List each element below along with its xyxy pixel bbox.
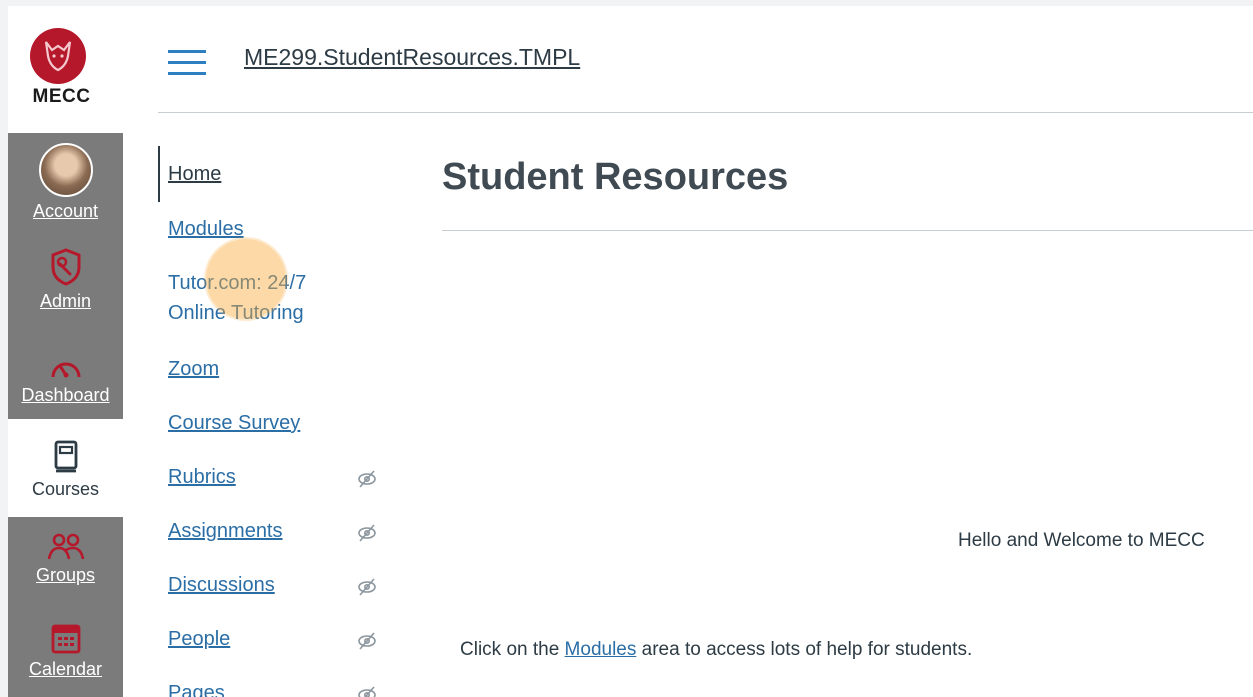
nav-admin[interactable]: Admin [8, 229, 123, 323]
courses-book-icon [54, 440, 77, 473]
groups-icon [47, 533, 84, 560]
brand-logo[interactable]: MECC [8, 6, 123, 133]
eye-slash-icon [358, 470, 376, 488]
course-nav-rubrics[interactable]: Rubrics [168, 462, 236, 492]
logo-text: MECC [32, 86, 91, 107]
app-frame: MECC Account Admin Dashboard Courses Gro… [8, 6, 1253, 697]
hamburger-menu-icon[interactable] [168, 50, 206, 76]
course-nav-discussions[interactable]: Discussions [168, 570, 275, 600]
course-nav-pages[interactable]: Pages [168, 678, 225, 697]
course-navigation: Home Modules Tutor.com: 24/7 Online Tuto… [158, 146, 398, 697]
breadcrumb[interactable]: ME299.StudentResources.TMPL [244, 44, 580, 71]
nav-groups[interactable]: Groups [8, 517, 123, 611]
nav-account[interactable]: Account [8, 133, 123, 229]
fox-logo-icon [30, 28, 86, 84]
page-title: Student Resources [442, 156, 789, 198]
paragraph-after: area to access lots of help for students… [636, 639, 973, 660]
course-header: ME299.StudentResources.TMPL [158, 6, 1253, 113]
nav-calendar[interactable]: Calendar [8, 611, 123, 697]
nav-dashboard-label: Dashboard [21, 385, 110, 405]
modules-link[interactable]: Modules [565, 639, 637, 660]
course-nav-home[interactable]: Home [168, 159, 221, 189]
calendar-icon [51, 624, 80, 654]
course-nav-course-survey[interactable]: Course Survey [168, 408, 300, 438]
eye-slash-icon [358, 578, 376, 596]
course-nav-modules[interactable]: Modules [168, 214, 244, 244]
nav-dashboard[interactable]: Dashboard [8, 323, 123, 419]
course-nav-zoom[interactable]: Zoom [168, 354, 219, 384]
global-navigation: MECC Account Admin Dashboard Courses Gro… [8, 6, 123, 697]
click-highlight [206, 239, 286, 319]
nav-groups-label: Groups [35, 565, 96, 585]
main-content: Student Resources Hello and Welcome to M… [442, 146, 1253, 697]
title-divider [442, 230, 1253, 231]
modules-paragraph: Click on the Modules area to access lots… [460, 639, 972, 661]
nav-account-label: Account [32, 201, 99, 221]
eye-slash-icon [358, 524, 376, 542]
nav-courses[interactable]: Courses [8, 429, 123, 517]
active-indicator [158, 146, 160, 202]
nav-admin-label: Admin [39, 291, 92, 311]
eye-slash-icon [358, 632, 376, 650]
global-nav-items: Account Admin Dashboard Courses Groups C… [8, 133, 123, 697]
dashboard-icon [51, 362, 80, 378]
user-avatar [38, 143, 93, 197]
nav-courses-label: Courses [31, 479, 100, 499]
nav-calendar-label: Calendar [28, 659, 103, 679]
paragraph-before: Click on the [460, 639, 565, 660]
eye-slash-icon [358, 686, 376, 697]
welcome-text: Hello and Welcome to MECC [958, 530, 1205, 551]
shield-icon [51, 248, 80, 286]
course-nav-people[interactable]: People [168, 624, 230, 654]
course-nav-assignments[interactable]: Assignments [168, 516, 283, 546]
